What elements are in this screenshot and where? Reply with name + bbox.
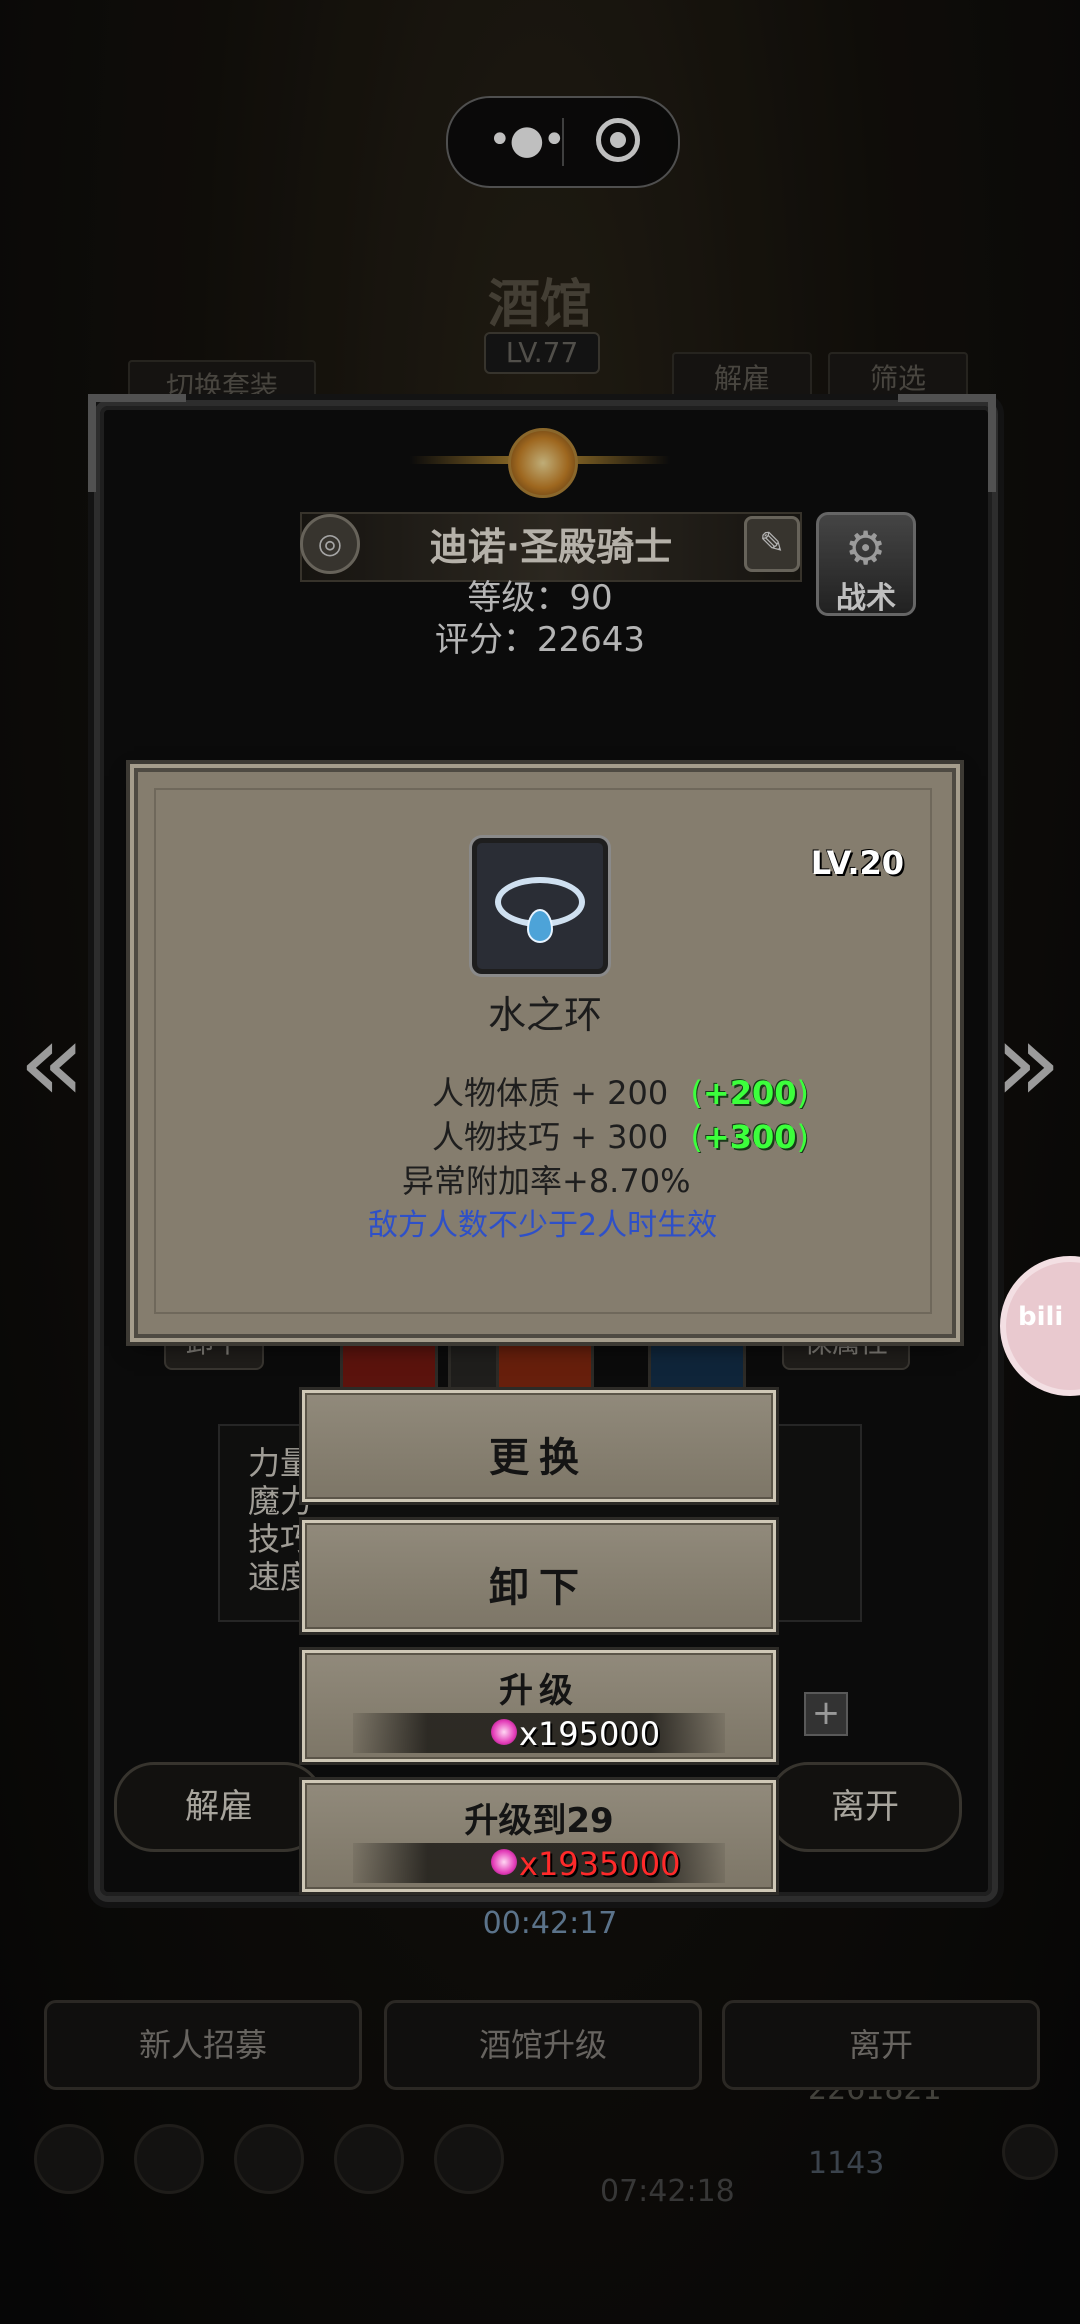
attr-constitution-bonus: +200 xyxy=(702,1074,797,1112)
upgrade-cost-bar: x195000 xyxy=(353,1713,725,1753)
upgrade-to-cost: x1935000 xyxy=(519,1845,681,1883)
item-detail-popup: LV.20 水之环 人物体质 + 200 (+200) 人物技巧 + 300 (… xyxy=(134,768,956,1338)
leave-tavern-button[interactable]: 离开 xyxy=(722,2000,1040,2090)
dismiss-top-button[interactable]: 解雇 xyxy=(672,352,812,406)
bilibili-bubble[interactable]: bili xyxy=(1000,1256,1080,1396)
menu-circle-icon-5[interactable] xyxy=(434,2124,504,2194)
frame-corner xyxy=(88,394,186,492)
gear-icon: ⚙ xyxy=(845,521,887,575)
plus-icon[interactable]: + xyxy=(804,1692,848,1736)
upgrade-cost: x195000 xyxy=(519,1715,661,1753)
attr-abnormal-rate: 异常附加率+8.70% xyxy=(402,1162,691,1200)
soul-gem-icon xyxy=(491,1719,517,1745)
attr-skill: 人物技巧 + 300 (+300) xyxy=(432,1118,809,1156)
dismiss-hero-button[interactable]: 解雇 xyxy=(114,1762,324,1852)
countdown-timer: 00:42:17 xyxy=(482,1906,618,1941)
frame-corner xyxy=(898,394,996,492)
tavern-upgrade-button[interactable]: 酒馆升级 xyxy=(384,2000,702,2090)
item-level: LV.20 xyxy=(810,844,904,882)
attr-condition: 敌方人数不少于2人时生效 xyxy=(368,1208,718,1243)
more-dots-icon[interactable]: •●• xyxy=(476,118,576,166)
menu-circle-icon-4[interactable] xyxy=(334,2124,404,2194)
upgrade-to-button[interactable]: 升级到29 x1935000 xyxy=(302,1780,776,1892)
menu-circle-icon-3[interactable] xyxy=(234,2124,304,2194)
upgrade-to-label: 升级到29 xyxy=(464,1801,614,1841)
capsule-divider xyxy=(562,118,564,166)
next-hero-arrow-icon[interactable]: » xyxy=(988,1007,1068,1117)
leave-hero-button[interactable]: 离开 xyxy=(768,1762,962,1852)
prev-hero-arrow-icon[interactable]: « xyxy=(12,1007,92,1117)
hero-emblem-icon xyxy=(410,420,670,500)
replace-label: 更换 xyxy=(489,1435,589,1481)
attr-skill-bonus: +300 xyxy=(702,1118,797,1156)
upgrade-to-cost-bar: x1935000 xyxy=(353,1843,725,1883)
attr-constitution: 人物体质 + 200 (+200) xyxy=(432,1074,809,1112)
edit-name-icon[interactable]: ✎ xyxy=(744,516,800,572)
hero-score: 评分：22643 xyxy=(434,620,646,660)
item-name: 水之环 xyxy=(487,993,602,1037)
add-icon[interactable] xyxy=(1002,2124,1058,2180)
recruit-button[interactable]: 新人招募 xyxy=(44,2000,362,2090)
hero-badge-icon[interactable]: ◎ xyxy=(300,514,360,574)
target-circle-icon[interactable] xyxy=(596,118,640,162)
clock-text: 07:42:18 xyxy=(600,2174,735,2209)
upgrade-button[interactable]: 升级 x195000 xyxy=(302,1650,776,1762)
unequip-button[interactable]: 卸下 xyxy=(302,1520,776,1632)
soul-gem-icon xyxy=(491,1849,517,1875)
water-ring-icon xyxy=(472,838,608,974)
mini-program-capsule: •●• xyxy=(446,96,680,188)
unequip-label: 卸下 xyxy=(489,1565,589,1611)
replace-button[interactable]: 更换 xyxy=(302,1390,776,1502)
tavern-level-badge: LV.77 xyxy=(484,332,600,374)
menu-circle-icon-2[interactable] xyxy=(134,2124,204,2194)
bilibili-icon: bili xyxy=(1000,1256,1080,1396)
gem-amount: 1143 xyxy=(808,2146,885,2181)
upgrade-label: 升级 xyxy=(499,1671,579,1711)
menu-circle-icon-1[interactable] xyxy=(34,2124,104,2194)
attr-skill-text: 人物技巧 + 300 xyxy=(432,1118,669,1156)
attr-constitution-text: 人物体质 + 200 xyxy=(432,1074,669,1112)
tavern-title: 酒馆 xyxy=(487,274,592,335)
